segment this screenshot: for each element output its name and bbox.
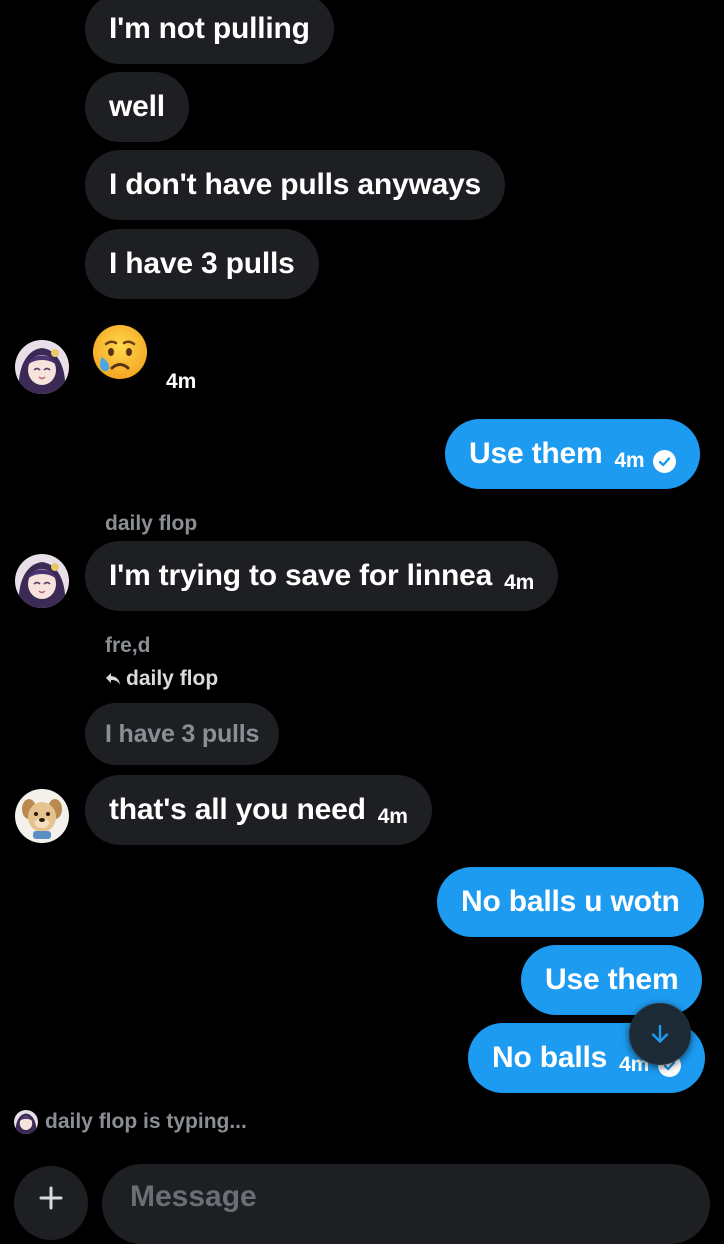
reply-arrow-icon	[105, 672, 121, 686]
message-bubble-outgoing[interactable]: No balls u wotn	[437, 867, 704, 937]
message-text: that's all you need	[109, 793, 366, 826]
arrow-down-icon	[649, 1023, 671, 1045]
message-bubble-outgoing[interactable]: Use them 4m	[445, 419, 701, 489]
scroll-to-bottom-button[interactable]	[629, 1003, 691, 1065]
crying-face-emoji[interactable]	[92, 324, 148, 380]
avatar-daily-flop[interactable]	[15, 554, 69, 608]
message-text: well	[109, 90, 165, 123]
message-input-placeholder: Message	[130, 1180, 257, 1213]
typing-indicator: daily flop is typing...	[14, 1110, 247, 1134]
message-input[interactable]: Message	[102, 1164, 710, 1244]
message-bubble-outgoing[interactable]: Use them	[521, 945, 703, 1015]
message-bubble[interactable]: I'm trying to save for linnea 4m	[85, 541, 559, 611]
message-time: 4m	[166, 370, 197, 393]
message-bubble[interactable]: that's all you need 4m	[85, 775, 432, 845]
avatar-fred[interactable]	[15, 789, 69, 843]
message-text: Use them	[469, 437, 603, 470]
sender-name: fre,d	[105, 634, 151, 657]
message-text: No balls	[492, 1041, 608, 1074]
message-time: 4m	[504, 571, 535, 594]
message-bubble[interactable]: I'm not pulling	[85, 0, 334, 64]
add-attachment-button[interactable]	[14, 1166, 88, 1240]
reply-indicator[interactable]: daily flop	[105, 667, 218, 691]
message-bubble[interactable]: I have 3 pulls	[85, 229, 319, 299]
check-circle-icon	[653, 449, 677, 473]
reply-to-name: daily flop	[126, 667, 219, 690]
sender-name: daily flop	[105, 512, 198, 535]
quoted-message-text: I have 3 pulls	[105, 719, 260, 748]
message-bubble[interactable]: well	[85, 72, 189, 142]
message-text: No balls u wotn	[461, 885, 680, 918]
message-text: I don't have pulls anyways	[109, 168, 482, 201]
message-bubble[interactable]: I don't have pulls anyways	[85, 150, 506, 220]
message-time: 4m	[377, 805, 408, 828]
message-text: I have 3 pulls	[109, 247, 295, 280]
message-text: Use them	[545, 963, 679, 996]
message-text: I'm trying to save for linnea	[109, 559, 493, 592]
avatar-daily-flop[interactable]	[15, 340, 69, 394]
message-time: 4m	[614, 449, 645, 472]
typing-indicator-text: daily flop is typing...	[45, 1110, 247, 1133]
message-text: I'm not pulling	[109, 12, 310, 45]
quoted-message[interactable]: I have 3 pulls	[85, 703, 280, 765]
plus-icon	[39, 1186, 63, 1210]
avatar-daily-flop	[14, 1110, 38, 1134]
